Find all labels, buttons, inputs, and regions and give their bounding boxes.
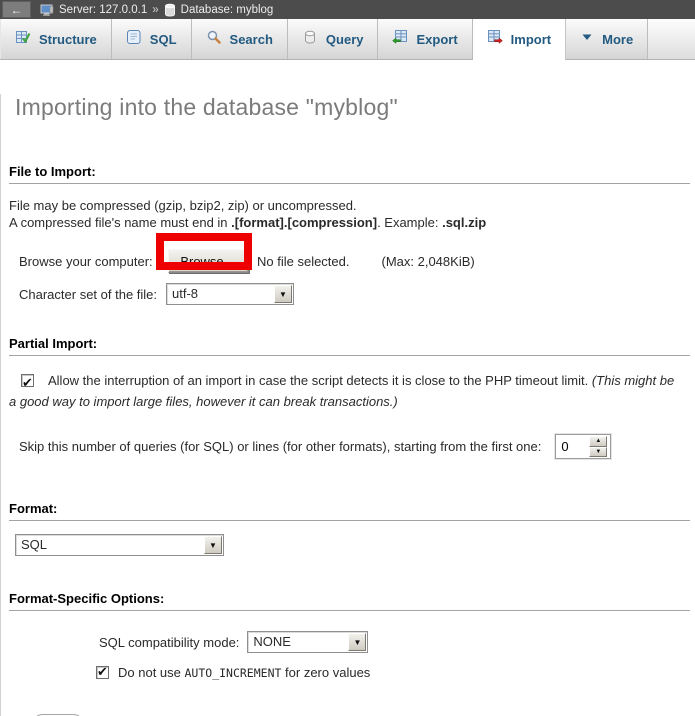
auto-increment-checkbox[interactable]: [96, 666, 109, 679]
sql-compatibility-select[interactable]: NONE ▼: [247, 631, 368, 653]
breadcrumb-separator: »: [152, 4, 158, 16]
compression-example: .sql.zip: [442, 215, 486, 230]
tab-label: Structure: [39, 32, 97, 47]
dropdown-arrow-icon: ▼: [348, 633, 366, 651]
tab-export[interactable]: Export: [378, 19, 472, 59]
format-row: SQL ▼: [15, 534, 687, 556]
import-page: Importing into the database "myblog" Fil…: [0, 94, 695, 716]
chevron-down-icon: [580, 30, 594, 49]
allow-interruption-row: Allow the interruption of an import in c…: [9, 370, 685, 412]
partial-import-heading: Partial Import:: [9, 336, 690, 356]
compression-line2-prefix: A compressed file's name must end in: [9, 215, 231, 230]
compression-note: File may be compressed (gzip, bzip2, zip…: [9, 197, 687, 231]
tab-bar: Structure SQL Search: [0, 19, 695, 60]
charset-selected-value: utf-8: [167, 284, 273, 304]
export-table-icon: [392, 29, 408, 50]
server-breadcrumb-bar: ← Server: 127.0.0.1 » Database: myblog: [0, 0, 695, 19]
max-upload-size-text: (Max: 2,048KiB): [382, 254, 475, 269]
import-table-icon: [487, 29, 503, 50]
sql-compatibility-label: SQL compatibility mode:: [99, 635, 239, 650]
breadcrumb-database-link[interactable]: Database: myblog: [181, 4, 274, 16]
tab-label: Export: [416, 32, 457, 47]
auto-increment-row: Do not use AUTO_INCREMENT for zero value…: [96, 665, 687, 680]
sql-compatibility-value: NONE: [248, 632, 347, 652]
tab-label: More: [602, 32, 633, 47]
magnifier-icon: [206, 29, 222, 50]
compression-line2-mid: . Example:: [377, 215, 442, 230]
spinner: ▲ ▼: [589, 436, 607, 457]
phpmyadmin-window: ← Server: 127.0.0.1 » Database: myblog: [0, 0, 695, 716]
browse-label: Browse your computer:: [19, 254, 168, 269]
browse-button[interactable]: Browse…: [168, 249, 249, 273]
dropdown-arrow-icon: ▼: [204, 536, 222, 554]
auto-increment-text: Do not use AUTO_INCREMENT for zero value…: [118, 665, 370, 680]
back-button[interactable]: ←: [2, 1, 31, 18]
compression-format-pattern: .[format].[compression]: [231, 215, 377, 230]
tab-label: SQL: [150, 32, 177, 47]
allow-interruption-text: Allow the interruption of an import in c…: [48, 373, 592, 388]
tab-more[interactable]: More: [566, 19, 648, 59]
spinner-up-icon[interactable]: ▲: [589, 436, 607, 447]
database-icon: [164, 3, 176, 17]
tab-sql[interactable]: SQL: [112, 19, 192, 59]
allow-interruption-checkbox[interactable]: [21, 374, 34, 387]
tab-bar-filler: [648, 19, 695, 59]
tab-structure[interactable]: Structure: [0, 19, 112, 59]
tab-query[interactable]: Query: [288, 19, 379, 59]
browse-row: Browse your computer: Browse… No file se…: [19, 248, 687, 274]
tab-label: Query: [326, 32, 364, 47]
skip-queries-row: Skip this number of queries (for SQL) or…: [19, 434, 687, 459]
file-to-import-section: File to Import: File may be compressed (…: [1, 164, 695, 305]
page-title: Importing into the database "myblog": [15, 94, 695, 121]
tab-label: Import: [511, 32, 551, 47]
spinner-down-icon[interactable]: ▼: [589, 447, 607, 458]
charset-label: Character set of the file:: [19, 287, 166, 302]
database-cylinder-icon: [302, 29, 318, 50]
no-file-selected-text: No file selected.: [257, 254, 350, 269]
auto-increment-keyword: AUTO_INCREMENT: [185, 666, 282, 680]
charset-row: Character set of the file: utf-8 ▼: [19, 283, 687, 305]
charset-select[interactable]: utf-8 ▼: [166, 283, 294, 305]
structure-table-icon: [15, 29, 31, 50]
file-to-import-heading: File to Import:: [9, 164, 690, 184]
partial-import-section: Partial Import: Allow the interruption o…: [1, 336, 695, 459]
dropdown-arrow-icon: ▼: [274, 285, 292, 303]
format-specific-options-heading: Format-Specific Options:: [9, 591, 690, 611]
sql-compatibility-row: SQL compatibility mode: NONE ▼: [99, 631, 687, 653]
tab-import[interactable]: Import: [473, 19, 566, 60]
sql-scroll-icon: [126, 29, 142, 50]
format-select[interactable]: SQL ▼: [15, 534, 224, 556]
format-selected-value: SQL: [16, 535, 203, 555]
tab-label: Search: [230, 32, 273, 47]
skip-queries-value[interactable]: [556, 435, 588, 458]
skip-queries-label: Skip this number of queries (for SQL) or…: [19, 439, 541, 454]
breadcrumb-server-link[interactable]: Server: 127.0.0.1: [59, 4, 147, 16]
format-specific-options-section: Format-Specific Options: SQL compatibili…: [1, 591, 695, 680]
server-icon: [40, 3, 54, 17]
format-section: Format: SQL ▼: [1, 501, 695, 556]
skip-queries-input[interactable]: ▲ ▼: [555, 434, 611, 459]
tab-search[interactable]: Search: [192, 19, 288, 59]
compression-line1: File may be compressed (gzip, bzip2, zip…: [9, 198, 357, 213]
format-heading: Format:: [9, 501, 690, 521]
